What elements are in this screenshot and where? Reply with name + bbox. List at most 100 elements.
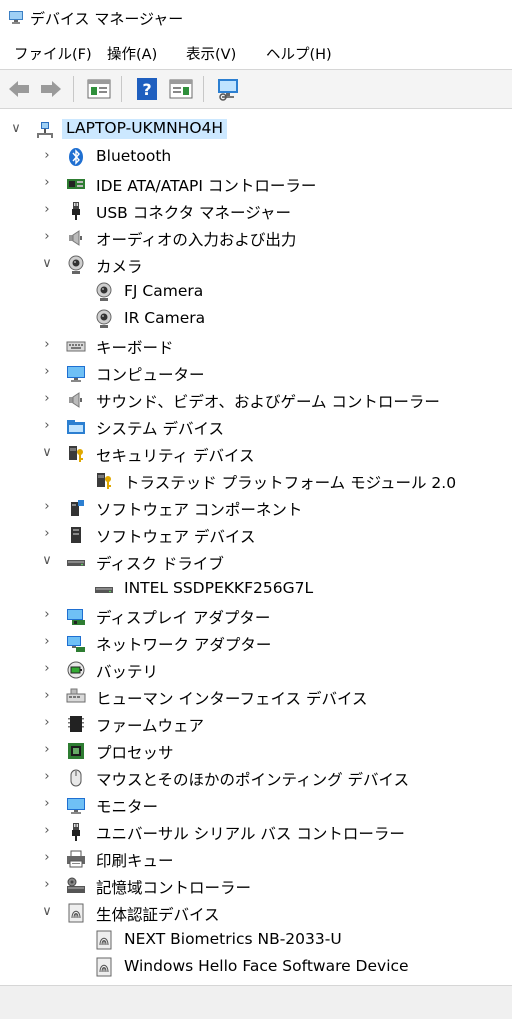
- tree-category[interactable]: › サウンド、ビデオ、およびゲーム コントローラー: [0, 387, 512, 413]
- tree-item-label: ディスク ドライブ: [96, 555, 224, 573]
- help-icon[interactable]: ?: [134, 76, 160, 102]
- tree-root[interactable]: ∨ LAPTOP-UKMNHO4H: [0, 117, 512, 143]
- menu-action[interactable]: 操作(A): [107, 43, 157, 64]
- tree-device[interactable]: トラステッド プラットフォーム モジュール 2.0: [0, 468, 512, 494]
- tree-category[interactable]: ∨ ディスク ドライブ: [0, 549, 512, 575]
- tree-category[interactable]: ∨ 生体認証デバイス: [0, 900, 512, 926]
- tree-category[interactable]: › 記憶域コントローラー: [0, 873, 512, 899]
- tree-category[interactable]: › キーボード: [0, 333, 512, 359]
- tree-item-label: NEXT Biometrics NB-2033-U: [124, 930, 342, 948]
- chevron-right-icon[interactable]: ›: [40, 661, 54, 677]
- webcam-icon: [94, 309, 114, 329]
- tree-device[interactable]: IR Camera: [0, 306, 512, 332]
- tree-item-label: ユニバーサル シリアル バス コントローラー: [96, 825, 405, 843]
- chevron-right-icon[interactable]: ›: [40, 202, 54, 218]
- tree-item-label: システム デバイス: [96, 420, 224, 438]
- chevron-down-icon[interactable]: ∨: [9, 121, 23, 137]
- chevron-right-icon[interactable]: ›: [40, 418, 54, 434]
- tree-root-label: LAPTOP-UKMNHO4H: [62, 119, 228, 139]
- chevron-right-icon[interactable]: ›: [40, 337, 54, 353]
- tree-category[interactable]: › コンピューター: [0, 360, 512, 386]
- tree-item-label: USB コネクタ マネージャー: [96, 204, 291, 222]
- disk-drive-icon: [66, 552, 86, 572]
- device-tree: ∨ LAPTOP-UKMNHO4H › Bluetooth › IDE ATA/ATAPI…: [0, 108, 512, 984]
- speaker-icon: [66, 228, 86, 248]
- menu-file[interactable]: ファイル(F): [14, 43, 92, 64]
- software-device-icon: [66, 525, 86, 545]
- tree-category[interactable]: › ファームウェア: [0, 711, 512, 737]
- tree-category[interactable]: › システム デバイス: [0, 414, 512, 440]
- tree-device[interactable]: Windows Hello Face Software Device: [0, 954, 512, 980]
- tree-category[interactable]: › ネットワーク アダプター: [0, 630, 512, 656]
- software-component-icon: [66, 498, 86, 518]
- tree-item-label: マウスとそのほかのポインティング デバイス: [96, 771, 410, 789]
- fingerprint-icon: [66, 903, 86, 923]
- chevron-right-icon[interactable]: ›: [40, 634, 54, 650]
- tree-item-label: ヒューマン インターフェイス デバイス: [96, 690, 368, 708]
- chevron-right-icon[interactable]: ›: [40, 499, 54, 515]
- monitor-icon: [66, 795, 86, 815]
- chevron-right-icon[interactable]: ›: [40, 148, 54, 164]
- status-bar: [0, 985, 512, 1019]
- chevron-right-icon[interactable]: ›: [40, 364, 54, 380]
- computer-network-icon: [35, 120, 55, 140]
- tree-category[interactable]: › ユニバーサル シリアル バス コントローラー: [0, 819, 512, 845]
- tree-category[interactable]: › 印刷キュー: [0, 846, 512, 872]
- chevron-right-icon[interactable]: ›: [40, 391, 54, 407]
- chevron-right-icon[interactable]: ›: [40, 715, 54, 731]
- tree-category[interactable]: › バッテリ: [0, 657, 512, 683]
- tree-item-label: IDE ATA/ATAPI コントローラー: [96, 177, 317, 195]
- tree-item-label: ディスプレイ アダプター: [96, 609, 271, 627]
- tree-item-label: プロセッサ: [96, 744, 174, 762]
- speaker-icon: [66, 390, 86, 410]
- tree-category[interactable]: › オーディオの入力および出力: [0, 225, 512, 251]
- toolbar-separator: [203, 76, 204, 102]
- chevron-right-icon[interactable]: ›: [40, 796, 54, 812]
- menu-help[interactable]: ヘルプ(H): [266, 43, 332, 64]
- chevron-down-icon[interactable]: ∨: [40, 553, 54, 569]
- back-arrow-icon[interactable]: [6, 76, 32, 102]
- webcam-icon: [66, 255, 86, 275]
- tree-device[interactable]: FJ Camera: [0, 279, 512, 305]
- tree-device[interactable]: NEXT Biometrics NB-2033-U: [0, 927, 512, 953]
- tree-item-label: モニター: [96, 798, 159, 816]
- tree-category[interactable]: › IDE ATA/ATAPI コントローラー: [0, 171, 512, 197]
- tree-category[interactable]: › ヒューマン インターフェイス デバイス: [0, 684, 512, 710]
- tree-category[interactable]: › ディスプレイ アダプター: [0, 603, 512, 629]
- fingerprint-icon: [94, 957, 114, 977]
- tree-category[interactable]: › モニター: [0, 792, 512, 818]
- chevron-right-icon[interactable]: ›: [40, 688, 54, 704]
- console-tree-icon[interactable]: [86, 76, 112, 102]
- chevron-down-icon[interactable]: ∨: [40, 256, 54, 272]
- tree-device[interactable]: INTEL SSDPEKKF256G7L: [0, 576, 512, 602]
- chevron-right-icon[interactable]: ›: [40, 877, 54, 893]
- bluetooth-icon: [66, 147, 86, 167]
- tree-category[interactable]: › マウスとそのほかのポインティング デバイス: [0, 765, 512, 791]
- chevron-right-icon[interactable]: ›: [40, 769, 54, 785]
- monitor-scan-icon[interactable]: [215, 76, 241, 102]
- tree-category[interactable]: › ソフトウェア コンポーネント: [0, 495, 512, 521]
- tree-category[interactable]: ∨ セキュリティ デバイス: [0, 441, 512, 467]
- chevron-right-icon[interactable]: ›: [40, 607, 54, 623]
- tree-category[interactable]: › ソフトウェア デバイス: [0, 522, 512, 548]
- tree-category[interactable]: ∨ カメラ: [0, 252, 512, 278]
- menu-view[interactable]: 表示(V): [186, 43, 236, 64]
- menu-bar: ファイル(F) 操作(A) 表示(V) ヘルプ(H): [0, 37, 512, 67]
- title-bar: デバイス マネージャー: [0, 0, 512, 36]
- chevron-right-icon[interactable]: ›: [40, 823, 54, 839]
- tree-category[interactable]: › プロセッサ: [0, 738, 512, 764]
- tree-item-label: コンピューター: [96, 366, 205, 384]
- tree-category[interactable]: › USB コネクタ マネージャー: [0, 198, 512, 224]
- chevron-down-icon[interactable]: ∨: [40, 904, 54, 920]
- chevron-right-icon[interactable]: ›: [40, 742, 54, 758]
- forward-arrow-icon[interactable]: [38, 76, 64, 102]
- chevron-down-icon[interactable]: ∨: [40, 445, 54, 461]
- chevron-right-icon[interactable]: ›: [40, 850, 54, 866]
- tree-item-label: 記憶域コントローラー: [96, 879, 252, 897]
- tree-item-label: ファームウェア: [96, 717, 205, 735]
- chevron-right-icon[interactable]: ›: [40, 229, 54, 245]
- chevron-right-icon[interactable]: ›: [40, 526, 54, 542]
- tree-category[interactable]: › Bluetooth: [0, 144, 512, 170]
- chevron-right-icon[interactable]: ›: [40, 175, 54, 191]
- action-pane-icon[interactable]: [168, 76, 194, 102]
